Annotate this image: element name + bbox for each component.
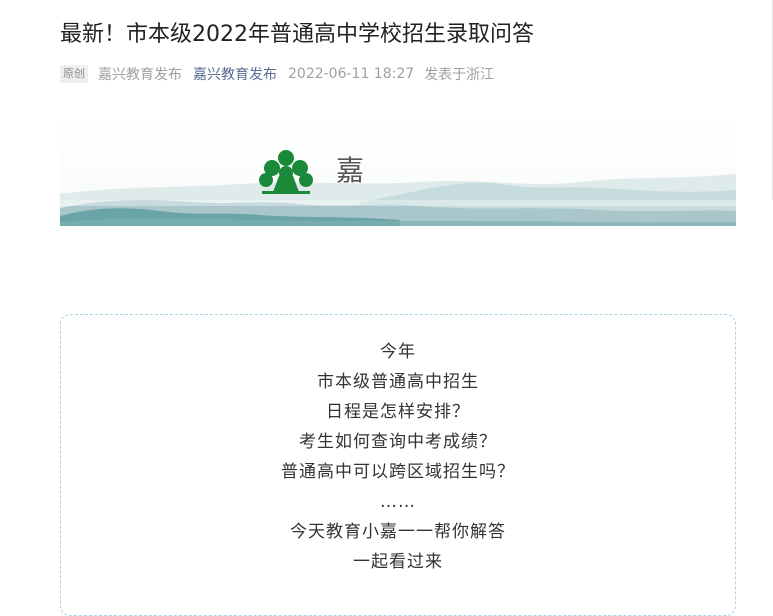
intro-line: 一起看过来 [353,552,443,572]
intro-line: 普通高中可以跨区域招生吗？ [281,462,515,482]
mountain-landscape [60,150,736,226]
header-banner-image: 嘉 [60,116,736,226]
intro-box: 今年 市本级普通高中招生 日程是怎样安排？ 考生如何查询中考成绩？ 普通高中可以… [60,314,736,616]
author-name: 嘉兴教育发布 [98,67,182,83]
intro-line: …… [380,492,416,512]
intro-line: 市本级普通高中招生 [317,372,479,392]
intro-line: 今天教育小嘉一一帮你解答 [290,522,506,542]
publish-date: 2022-06-11 18:27 [288,66,415,82]
original-tag: 原创 [60,65,88,83]
banner-character: 嘉 [336,154,365,187]
intro-line: 今年 [380,342,416,362]
intro-line: 考生如何查询中考成绩？ [299,432,497,452]
intro-line: 日程是怎样安排？ [326,402,470,422]
publish-location: 发表于浙江 [424,67,495,83]
account-link[interactable]: 嘉兴教育发布 [193,64,277,84]
article-title: 最新！市本级2022年普通高中学校招生录取问答 [60,22,534,47]
article-meta: 原创 嘉兴教育发布 嘉兴教育发布 2022-06-11 18:27 发表于浙江 [60,63,494,85]
intro-text: 今年 市本级普通高中招生 日程是怎样安排？ 考生如何查询中考成绩？ 普通高中可以… [61,337,735,577]
